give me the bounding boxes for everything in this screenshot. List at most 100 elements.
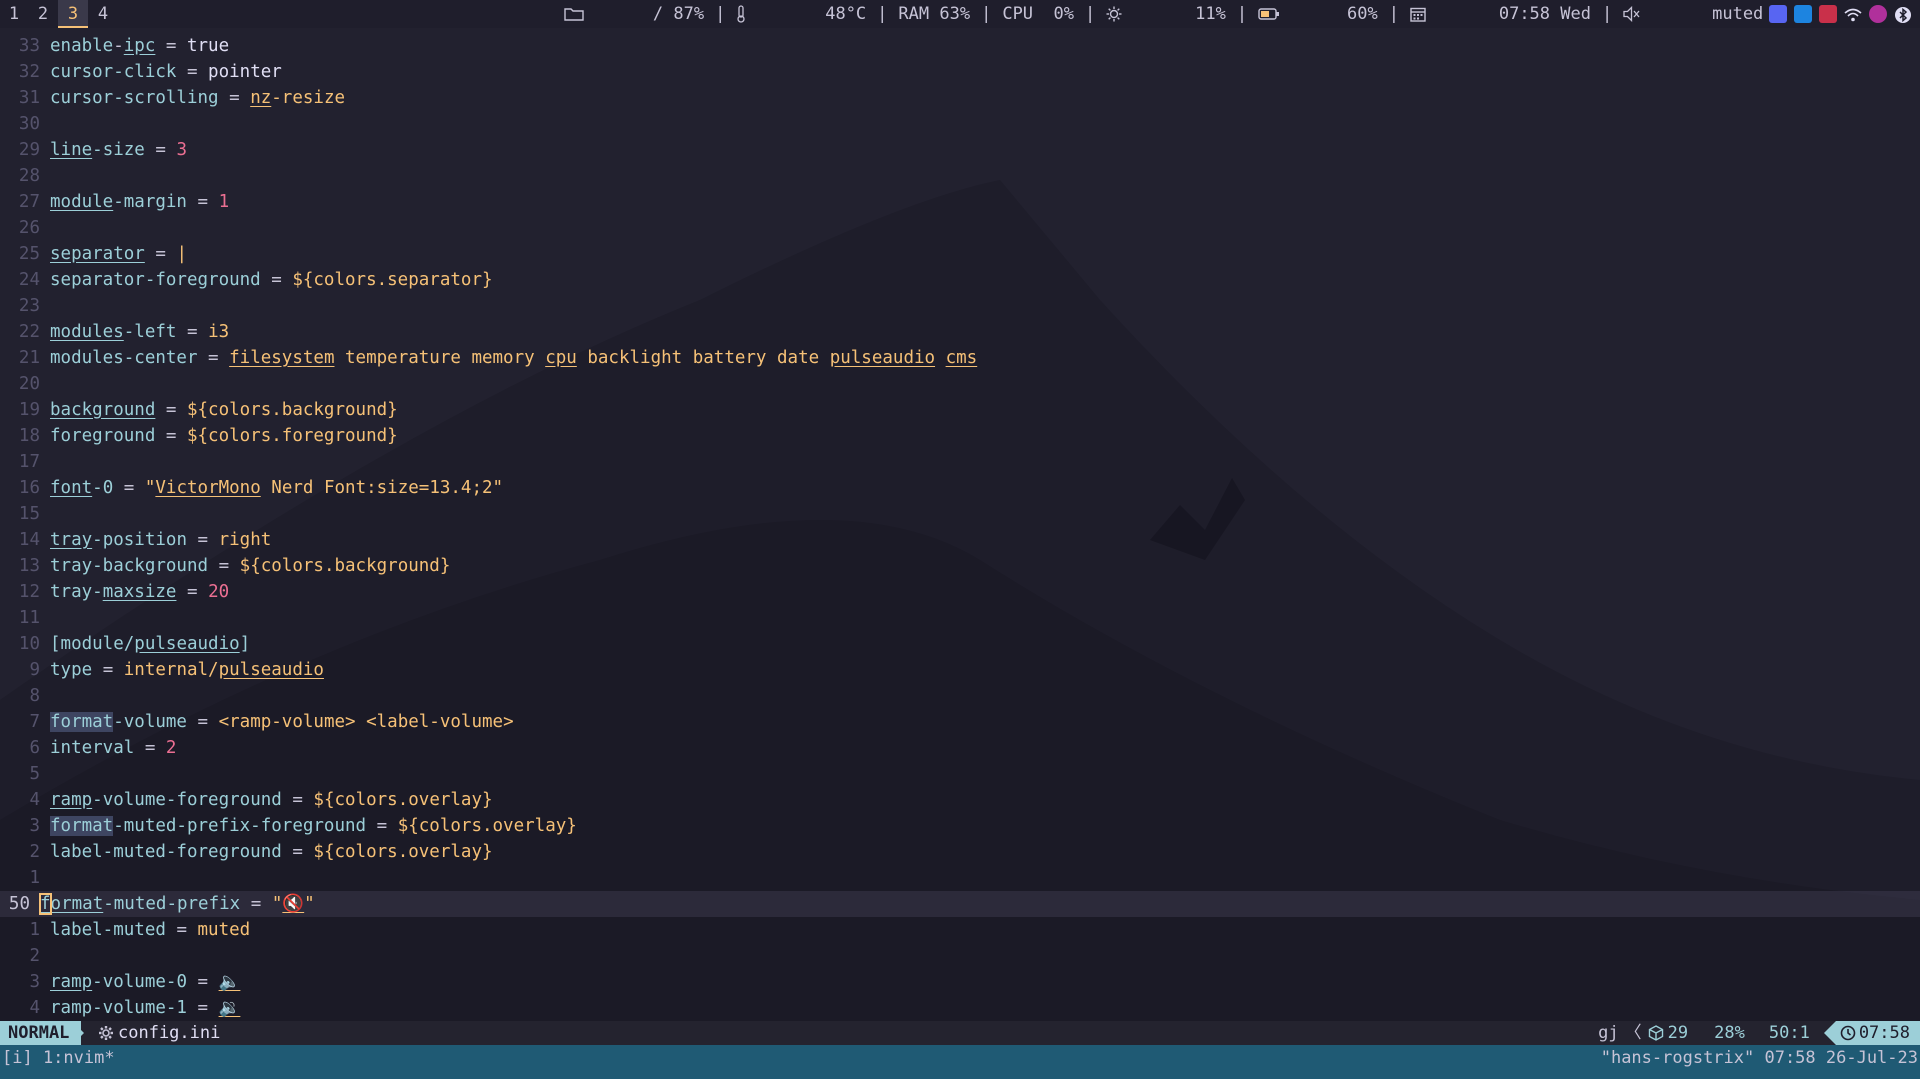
module-separator: | <box>1236 4 1248 24</box>
date-module[interactable]: 07:58 Wed <box>1410 0 1591 78</box>
workspace-2[interactable]: 2 <box>28 0 58 28</box>
gear-icon <box>98 1025 114 1041</box>
app-tray-icon[interactable] <box>1794 5 1812 23</box>
line-number: 15 <box>18 504 40 524</box>
code-line[interactable]: 13 tray-background = ${colors.background} <box>0 553 1920 579</box>
line-number: 19 <box>18 400 40 420</box>
line-number: 25 <box>18 244 40 264</box>
code-text: modules-left = i3 <box>50 322 230 342</box>
code-line[interactable]: 29 line-size = 3 <box>0 137 1920 163</box>
code-line[interactable]: 2 <box>0 943 1920 969</box>
code-line[interactable]: 30 <box>0 111 1920 137</box>
code-line[interactable]: 20 <box>0 371 1920 397</box>
pulseaudio-module[interactable]: muted <box>1623 0 1763 78</box>
bluetooth-icon[interactable] <box>1894 5 1912 23</box>
code-text: modules-center = filesystem temperature … <box>50 348 978 368</box>
code-line[interactable]: 31 cursor-scrolling = nz-resize <box>0 85 1920 111</box>
mode-separator-arrow <box>72 1021 84 1045</box>
code-line[interactable]: 1 label-muted = muted <box>0 917 1920 943</box>
line-number: 22 <box>18 322 40 342</box>
line-number: 9 <box>29 660 40 680</box>
thermometer-icon <box>736 0 818 79</box>
code-line[interactable]: 28 <box>0 163 1920 189</box>
code-line[interactable]: 21 modules-center = filesystem temperatur… <box>0 345 1920 371</box>
line-number: 7 <box>29 712 40 732</box>
code-line[interactable]: 1 <box>0 865 1920 891</box>
memory-value: RAM 63% <box>898 4 971 24</box>
module-separator: | <box>1084 4 1096 24</box>
code-line[interactable]: 3 format-muted-prefix-foreground = ${colo… <box>0 813 1920 839</box>
date-value: 07:58 Wed <box>1498 4 1591 24</box>
line-number: 13 <box>18 556 40 576</box>
line-number: 29 <box>18 140 40 160</box>
code-line[interactable]: 18 foreground = ${colors.foreground} <box>0 423 1920 449</box>
line-number: 2 <box>29 842 40 862</box>
code-line[interactable]: 17 <box>0 449 1920 475</box>
code-line[interactable]: 15 <box>0 501 1920 527</box>
line-number: 23 <box>18 296 40 316</box>
workspace-3[interactable]: 3 <box>58 0 88 28</box>
line-number: 10 <box>18 634 40 654</box>
code-line[interactable]: 22 modules-left = i3 <box>0 319 1920 345</box>
workspace-1[interactable]: 1 <box>0 0 28 28</box>
wifi-icon[interactable] <box>1844 5 1862 23</box>
calendar-icon <box>1410 0 1492 78</box>
code-line[interactable]: 26 <box>0 215 1920 241</box>
filesystem-usage: / 87% <box>652 4 705 24</box>
plugin-count-value: 29 <box>1667 1023 1689 1043</box>
current-code-line[interactable]: 50 format-muted-prefix = "🔇" <box>0 891 1920 917</box>
battery-module[interactable]: 60% <box>1258 0 1378 76</box>
code-line[interactable]: 19 background = ${colors.background} <box>0 397 1920 423</box>
pending-keys: gj <box>1598 1023 1619 1043</box>
code-line[interactable]: 10 [module/pulseaudio] <box>0 631 1920 657</box>
line-number: 20 <box>18 374 40 394</box>
code-line[interactable]: 23 <box>0 293 1920 319</box>
code-text: tray-position = right <box>50 530 272 550</box>
clock-value: 07:58 <box>1858 1023 1910 1043</box>
code-editor[interactable]: 33 enable-ipc = true 32 cursor-click = poin… <box>0 33 1920 1018</box>
line-number: 5 <box>29 764 40 784</box>
workspace-4[interactable]: 4 <box>88 0 118 28</box>
sun-icon <box>1106 0 1188 78</box>
chevron-left-icon: 〈 <box>1624 1023 1642 1043</box>
temperature-module[interactable]: 48°C <box>736 0 866 79</box>
code-line[interactable]: 5 <box>0 761 1920 787</box>
code-line[interactable]: 2 label-muted-foreground = ${colors.overl… <box>0 839 1920 865</box>
code-line[interactable]: 24 separator-foreground = ${colors.separa… <box>0 267 1920 293</box>
filesystem-module[interactable]: / 87% <box>564 0 704 77</box>
battery-value: 60% <box>1346 4 1378 24</box>
code-line[interactable]: 4 ramp-volume-foreground = ${colors.overl… <box>0 787 1920 813</box>
line-number: 12 <box>18 582 40 602</box>
code-line[interactable]: 9 type = internal/pulseaudio <box>0 657 1920 683</box>
code-line[interactable]: 8 <box>0 683 1920 709</box>
tmux-status-bar: [i] 1:nvim* "hans-rogstrix" 07:58 26-Jul… <box>0 1045 1920 1079</box>
code-text: module-margin = 1 <box>50 192 230 212</box>
line-number: 18 <box>18 426 40 446</box>
discord-tray-icon[interactable] <box>1769 5 1787 23</box>
mail-tray-icon[interactable] <box>1819 5 1837 23</box>
code-line[interactable]: 4 ramp-volume-1 = 🔉 <box>0 995 1920 1021</box>
line-number: 1 <box>29 920 40 940</box>
line-number: 31 <box>18 88 40 108</box>
memory-module[interactable]: RAM 63% <box>898 0 970 28</box>
code-line[interactable]: 7 format-volume = <ramp-volume> <label-vo… <box>0 709 1920 735</box>
code-line[interactable]: 3 ramp-volume-0 = 🔈 <box>0 969 1920 995</box>
color-picker-tray-icon[interactable] <box>1869 5 1887 23</box>
line-number: 30 <box>18 114 40 134</box>
cpu-module[interactable]: CPU 0% <box>1002 0 1074 28</box>
code-line[interactable]: 16 font-0 = "VictorMono Nerd Font:size=13… <box>0 475 1920 501</box>
code-line[interactable]: 11 <box>0 605 1920 631</box>
backlight-module[interactable]: 11% <box>1106 0 1226 78</box>
code-line[interactable]: 12 tray-maxsize = 20 <box>0 579 1920 605</box>
code-line[interactable]: 14 tray-position = right <box>0 527 1920 553</box>
module-separator: | <box>1388 4 1399 24</box>
tmux-session-window[interactable]: [i] 1:nvim* <box>2 1048 115 1068</box>
code-line[interactable]: 27 module-margin = 1 <box>0 189 1920 215</box>
module-separator: | <box>715 4 726 24</box>
statusline-clock: 07:58 <box>1835 1021 1920 1045</box>
code-text: cursor-scrolling = nz-resize <box>50 88 346 108</box>
code-text: format-muted-prefix = "🔇" <box>39 893 315 915</box>
code-text: font-0 = "VictorMono Nerd Font:size=13.4… <box>50 478 504 498</box>
code-line[interactable]: 25 separator = | <box>0 241 1920 267</box>
code-line[interactable]: 6 interval = 2 <box>0 735 1920 761</box>
